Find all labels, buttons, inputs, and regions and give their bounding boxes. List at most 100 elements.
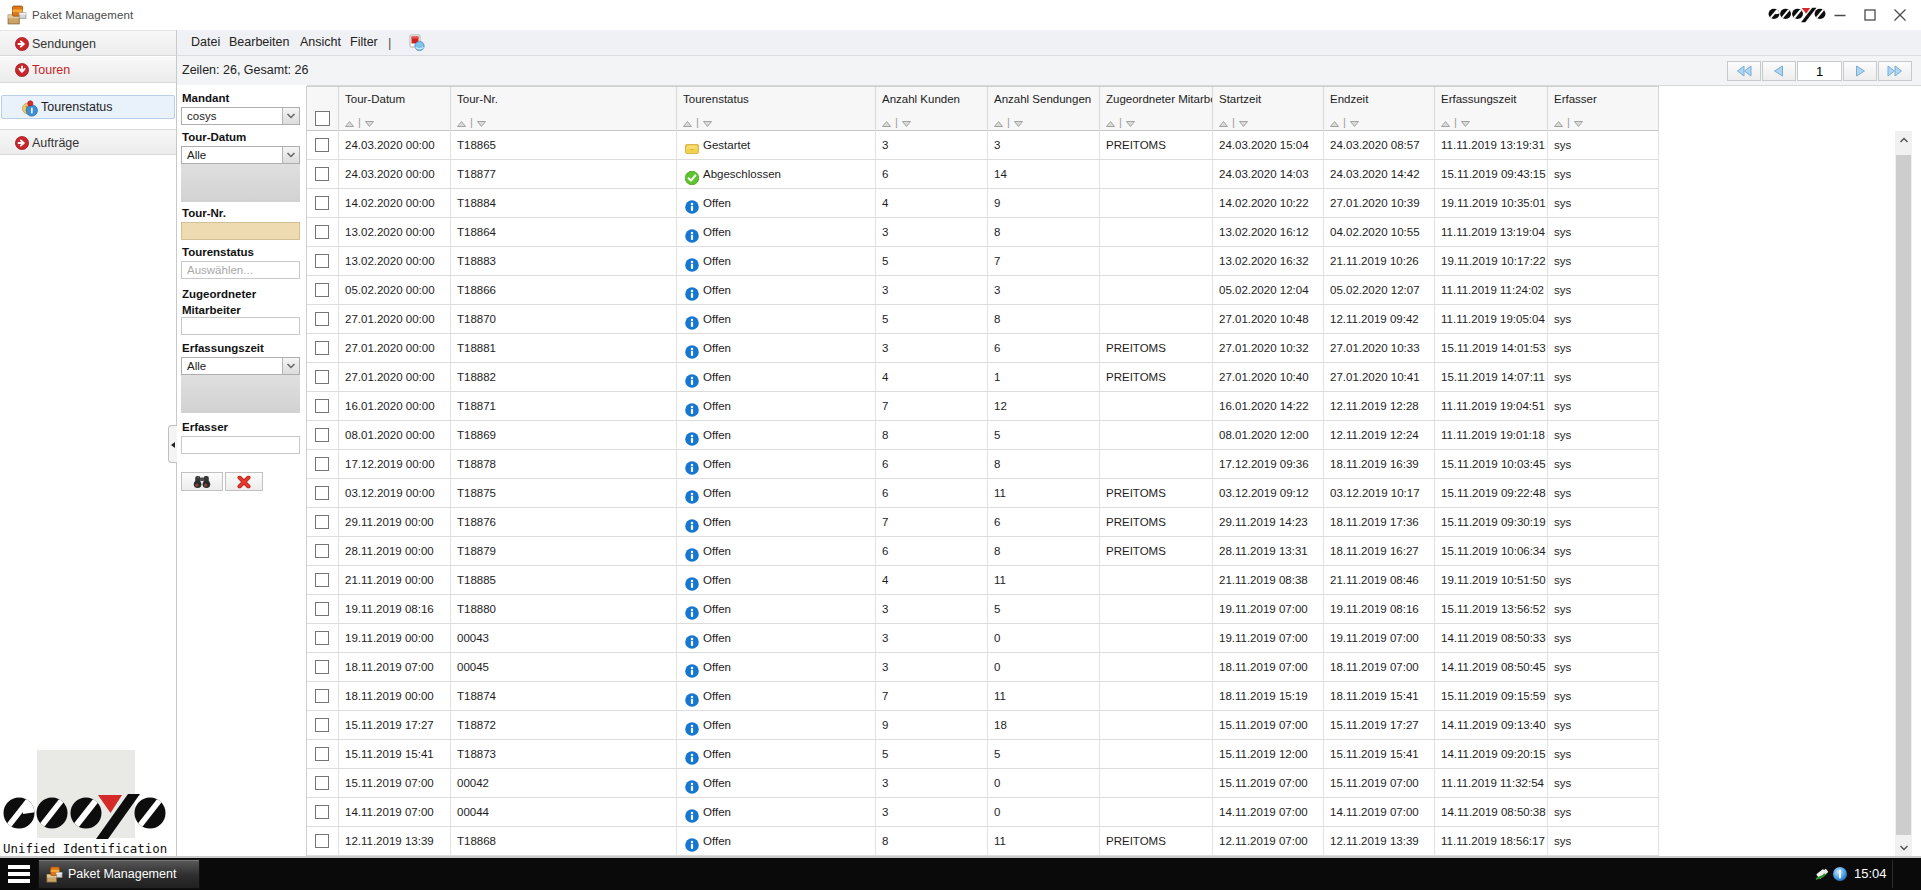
menu-bearbeiten[interactable]: Bearbeiten bbox=[229, 30, 289, 55]
sort-ascending-icon[interactable] bbox=[1219, 113, 1228, 131]
search-button[interactable] bbox=[181, 472, 223, 491]
row-checkbox[interactable] bbox=[315, 254, 329, 268]
menu-filter[interactable]: Filter bbox=[350, 30, 378, 55]
menu-datei[interactable]: Datei bbox=[191, 30, 220, 55]
row-checkbox[interactable] bbox=[315, 631, 329, 645]
sort-descending-icon[interactable] bbox=[1574, 113, 1583, 131]
table-row[interactable]: 24.03.2020 00:00T18865 Gestartet33PREITO… bbox=[307, 131, 1659, 160]
chevron-down-icon[interactable] bbox=[282, 108, 299, 124]
table-row[interactable]: 13.02.2020 00:00T18883 Offen5713.02.2020… bbox=[307, 247, 1659, 276]
scrollbar-thumb[interactable] bbox=[1896, 155, 1911, 835]
sort-descending-icon[interactable] bbox=[477, 113, 486, 131]
table-row[interactable]: 28.11.2019 00:00T18879 Offen68PREITOMS28… bbox=[307, 537, 1659, 566]
sort-descending-icon[interactable] bbox=[1461, 113, 1470, 131]
zugeordneter-mitarbeiter-input[interactable] bbox=[181, 317, 300, 335]
table-row[interactable]: 27.01.2020 00:00T18882 Offen41PREITOMS27… bbox=[307, 363, 1659, 392]
usb-tray-icon[interactable] bbox=[1814, 866, 1830, 882]
sort-controls[interactable]: | bbox=[345, 113, 374, 131]
row-checkbox[interactable] bbox=[315, 776, 329, 790]
sort-descending-icon[interactable] bbox=[1014, 113, 1023, 131]
table-row[interactable]: 29.11.2019 00:00T18876 Offen76PREITOMS29… bbox=[307, 508, 1659, 537]
sort-descending-icon[interactable] bbox=[1350, 113, 1359, 131]
sort-ascending-icon[interactable] bbox=[1554, 113, 1563, 131]
menu-ansicht[interactable]: Ansicht bbox=[300, 30, 341, 55]
table-row[interactable]: 16.01.2020 00:00T18871 Offen71216.01.202… bbox=[307, 392, 1659, 421]
sort-descending-icon[interactable] bbox=[365, 113, 374, 131]
table-row[interactable]: 21.11.2019 00:00T18885 Offen41121.11.201… bbox=[307, 566, 1659, 595]
tour-nr-input[interactable] bbox=[181, 222, 300, 240]
table-row[interactable]: 27.01.2020 00:00T18881 Offen36PREITOMS27… bbox=[307, 334, 1659, 363]
table-row[interactable]: 14.11.2019 07:0000044 Offen3014.11.2019 … bbox=[307, 798, 1659, 827]
table-row[interactable]: 19.11.2019 00:0000043 Offen3019.11.2019 … bbox=[307, 624, 1659, 653]
erfassungszeit-select[interactable]: Alle bbox=[181, 357, 300, 375]
table-row[interactable]: 18.11.2019 00:00T18874 Offen71118.11.201… bbox=[307, 682, 1659, 711]
previous-page-button[interactable] bbox=[1762, 61, 1796, 81]
next-page-button[interactable] bbox=[1843, 61, 1877, 81]
table-row[interactable]: 24.03.2020 00:00T18877 Abgeschlossen6142… bbox=[307, 160, 1659, 189]
sort-ascending-icon[interactable] bbox=[1106, 113, 1115, 131]
row-checkbox[interactable] bbox=[315, 196, 329, 210]
clock[interactable]: 15:04 bbox=[1854, 858, 1887, 890]
sort-ascending-icon[interactable] bbox=[1441, 113, 1450, 131]
sidebar-item-touren[interactable]: Touren bbox=[0, 57, 176, 83]
tour-datum-select[interactable]: Alle bbox=[181, 146, 300, 164]
row-checkbox[interactable] bbox=[315, 660, 329, 674]
tourenstatus-input[interactable]: Auswählen... bbox=[181, 261, 300, 279]
maximize-button[interactable] bbox=[1857, 0, 1883, 30]
table-row[interactable]: 13.02.2020 00:00T18864 Offen3813.02.2020… bbox=[307, 218, 1659, 247]
sort-controls[interactable]: | bbox=[994, 113, 1023, 131]
row-checkbox[interactable] bbox=[315, 747, 329, 761]
table-row[interactable]: 15.11.2019 07:0000042 Offen3015.11.2019 … bbox=[307, 769, 1659, 798]
table-row[interactable]: 03.12.2019 00:00T18875 Offen611PREITOMS0… bbox=[307, 479, 1659, 508]
sort-controls[interactable]: | bbox=[683, 113, 712, 131]
sort-controls[interactable]: | bbox=[1554, 113, 1583, 131]
table-row[interactable]: 17.12.2019 00:00T18878 Offen6817.12.2019… bbox=[307, 450, 1659, 479]
table-row[interactable]: 14.02.2020 00:00T18884 Offen4914.02.2020… bbox=[307, 189, 1659, 218]
row-checkbox[interactable] bbox=[315, 312, 329, 326]
row-checkbox[interactable] bbox=[315, 283, 329, 297]
mandant-select[interactable]: cosys bbox=[181, 107, 300, 125]
sort-ascending-icon[interactable] bbox=[457, 113, 466, 131]
select-all-checkbox[interactable] bbox=[315, 111, 330, 126]
close-button[interactable] bbox=[1887, 0, 1913, 30]
row-checkbox[interactable] bbox=[315, 805, 329, 819]
sort-ascending-icon[interactable] bbox=[994, 113, 1003, 131]
sort-descending-icon[interactable] bbox=[703, 113, 712, 131]
row-checkbox[interactable] bbox=[315, 399, 329, 413]
chevron-down-icon[interactable] bbox=[282, 358, 299, 374]
sort-descending-icon[interactable] bbox=[902, 113, 911, 131]
erfasser-input[interactable] bbox=[181, 436, 300, 454]
first-page-button[interactable] bbox=[1727, 61, 1761, 81]
scroll-down-button[interactable] bbox=[1895, 839, 1912, 856]
row-checkbox[interactable] bbox=[315, 457, 329, 471]
last-page-button[interactable] bbox=[1878, 61, 1912, 81]
sort-controls[interactable]: | bbox=[1106, 113, 1135, 131]
sort-ascending-icon[interactable] bbox=[683, 113, 692, 131]
sort-controls[interactable]: | bbox=[457, 113, 486, 131]
start-menu-button[interactable] bbox=[8, 864, 32, 884]
table-row[interactable]: 08.01.2020 00:00T18869 Offen8508.01.2020… bbox=[307, 421, 1659, 450]
row-checkbox[interactable] bbox=[315, 515, 329, 529]
sidebar-item-sendungen[interactable]: Sendungen bbox=[0, 30, 176, 56]
sort-controls[interactable]: | bbox=[1330, 113, 1359, 131]
sort-controls[interactable]: | bbox=[1219, 113, 1248, 131]
sort-descending-icon[interactable] bbox=[1239, 113, 1248, 131]
sort-controls[interactable]: | bbox=[1441, 113, 1470, 131]
sort-ascending-icon[interactable] bbox=[1330, 113, 1339, 131]
row-checkbox[interactable] bbox=[315, 544, 329, 558]
export-report-icon[interactable] bbox=[408, 34, 425, 51]
sidebar-item-auftraege[interactable]: Aufträge bbox=[0, 129, 176, 155]
row-checkbox[interactable] bbox=[315, 370, 329, 384]
row-checkbox[interactable] bbox=[315, 602, 329, 616]
row-checkbox[interactable] bbox=[315, 486, 329, 500]
scroll-up-button[interactable] bbox=[1895, 131, 1912, 148]
sidebar-item-tourenstatus-selected[interactable]: Tourenstatus bbox=[1, 95, 175, 119]
row-checkbox[interactable] bbox=[315, 689, 329, 703]
row-checkbox[interactable] bbox=[315, 225, 329, 239]
clear-filter-button[interactable] bbox=[225, 472, 263, 491]
sort-controls[interactable]: | bbox=[882, 113, 911, 131]
row-checkbox[interactable] bbox=[315, 718, 329, 732]
table-row[interactable]: 05.02.2020 00:00T18866 Offen3305.02.2020… bbox=[307, 276, 1659, 305]
row-checkbox[interactable] bbox=[315, 167, 329, 181]
current-page-box[interactable]: 1 bbox=[1797, 61, 1842, 81]
